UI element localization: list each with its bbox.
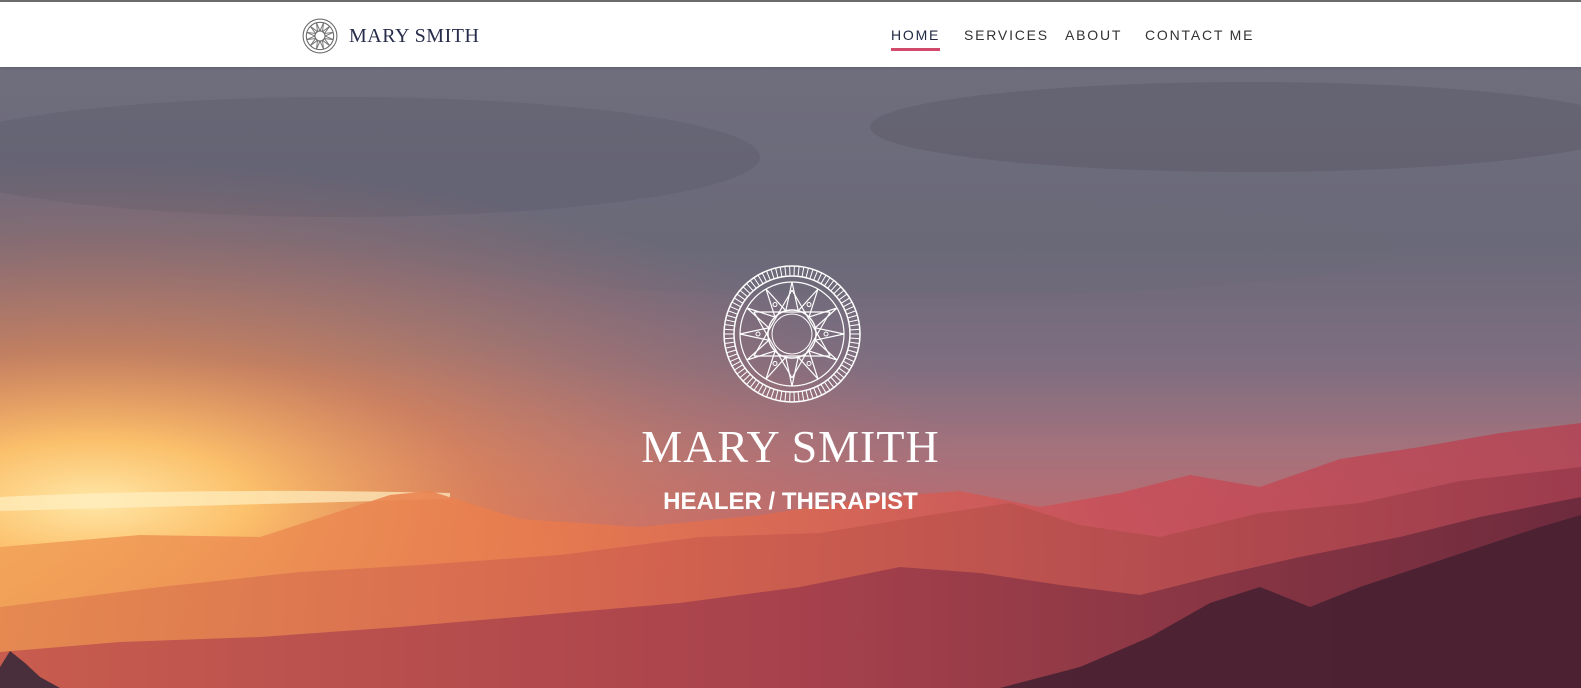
hero-title: MARY SMITH <box>641 421 940 472</box>
nav-item-home[interactable]: HOME <box>891 26 941 51</box>
mandala-logo-icon <box>723 265 861 403</box>
nav-item-label: CONTACT ME <box>1145 27 1255 43</box>
site-header: MARY SMITH HOME SERVICES ABOUT CONTACT M… <box>0 2 1581 67</box>
main-nav: HOME SERVICES ABOUT CONTACT ME <box>0 26 1581 56</box>
nav-item-label: ABOUT <box>1065 27 1123 43</box>
nav-item-services[interactable]: SERVICES <box>964 26 1049 44</box>
active-nav-underline <box>891 48 941 51</box>
hero-subtitle: HEALER / THERAPIST <box>663 488 918 515</box>
hero-content: MARY SMITH HEALER / THERAPIST <box>0 67 1581 688</box>
nav-item-about[interactable]: ABOUT <box>1065 26 1122 44</box>
hero-section: MARY SMITH HEALER / THERAPIST <box>0 67 1581 688</box>
nav-item-label: SERVICES <box>964 27 1049 43</box>
nav-item-label: HOME <box>891 27 941 43</box>
nav-item-contact[interactable]: CONTACT ME <box>1145 26 1254 44</box>
